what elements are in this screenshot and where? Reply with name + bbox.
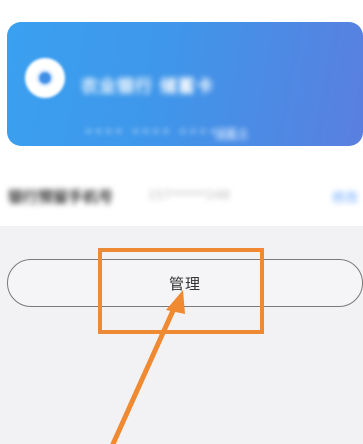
manage-button-label: 管理 [168,274,201,293]
row-title: 银行预留手机号 [8,188,114,206]
reserved-phone-row[interactable]: 银行预留手机号 157******248 修改 [0,172,363,216]
row-description: 157******248 [148,188,230,202]
bank-logo-mark [36,69,54,87]
bank-name: 农业银行 储蓄卡 [81,77,214,97]
card-type-link[interactable]: 储蓄卡 [215,125,248,141]
bank-logo-icon [25,58,65,98]
card-section: 农业银行 储蓄卡 •••• •••• •••• 储蓄卡 银行预留手机号 157*… [0,0,363,226]
arrow-shaft [110,301,179,444]
card-number: •••• •••• •••• [85,125,220,139]
bank-card[interactable]: 农业银行 储蓄卡 •••• •••• •••• 储蓄卡 [7,22,363,146]
row-action-link[interactable]: 修改 [332,187,358,206]
manage-button[interactable]: 管理 [7,259,363,307]
